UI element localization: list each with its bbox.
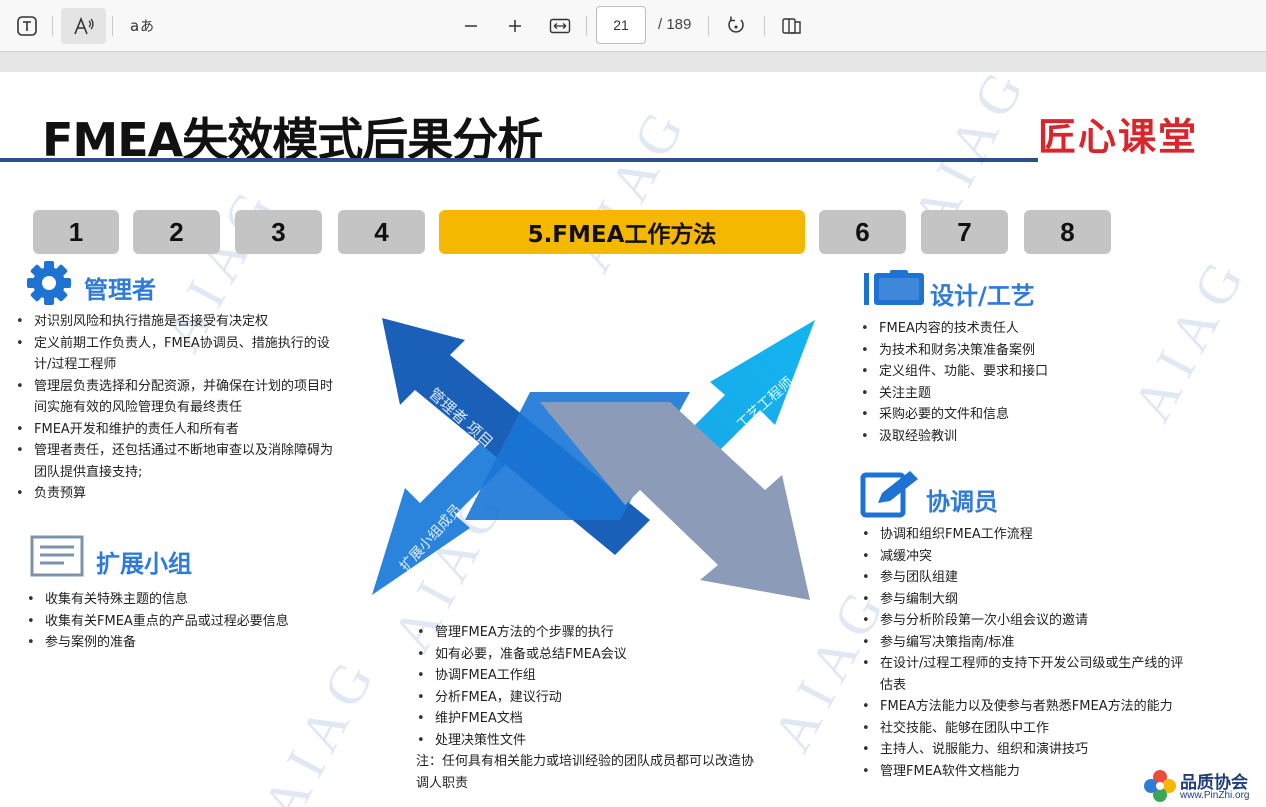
svg-text:a: a [130, 17, 139, 35]
fit-width-icon[interactable] [544, 8, 576, 44]
list-item: 管理FMEA方法的个步骤的执行 [415, 622, 795, 644]
step-tab-6: 6 [819, 210, 906, 254]
document-icon [30, 535, 84, 581]
design-process-list: FMEA内容的技术责任人 为技术和财务决策准备案例 定义组件、功能、要求和接口 … [859, 318, 1159, 447]
zoom-out-icon[interactable] [456, 8, 486, 44]
page-total: / 189 [658, 16, 692, 33]
list-item: 协调和组织FMEA工作流程 [860, 524, 1220, 546]
step-tab-1: 1 [33, 210, 119, 254]
translate-icon[interactable]: aあ [122, 8, 162, 44]
coordinator-list: 协调和组织FMEA工作流程 减缓冲突 参与团队组建 参与编制大纲 参与分析阶段第… [860, 524, 1220, 782]
list-item: 在设计/过程工程师的支持下开发公司级或生产线的评 [860, 653, 1220, 675]
gear-icon [18, 260, 80, 310]
pinzhi-url: www.PinZhi.org [1180, 790, 1250, 801]
list-item: 参与分析阶段第一次小组会议的邀请 [860, 610, 1220, 632]
watermark: AIAG [250, 643, 391, 807]
edit-pen-icon [860, 469, 924, 523]
read-aloud-icon[interactable] [61, 8, 106, 44]
page-view-icon[interactable] [776, 8, 808, 44]
list-item: 定义前期工作负责人，FMEA协调员、措施执行的设 [14, 333, 364, 355]
list-item: 收集有关FMEA重点的产品或过程必要信息 [25, 611, 355, 633]
zoom-in-icon[interactable] [500, 8, 530, 44]
list-item: FMEA开发和维护的责任人和所有者 [14, 419, 364, 441]
list-item: 关注主题 [859, 383, 1159, 405]
list-item: FMEA内容的技术责任人 [859, 318, 1159, 340]
step-tab-2: 2 [133, 210, 220, 254]
brand-logo: 匠心课堂 [1038, 114, 1199, 159]
design-process-title: 设计/工艺 [930, 282, 1035, 310]
toolbar-separator [764, 16, 765, 36]
list-item: 参与团队组建 [860, 567, 1220, 589]
clipboard-icon [862, 270, 926, 312]
flower-icon [1144, 770, 1176, 802]
list-item: 协调FMEA工作组 [415, 665, 795, 687]
title-underline [0, 158, 1038, 162]
list-item: 维护FMEA文档 [415, 708, 795, 730]
list-item: 如有必要，准备或总结FMEA会议 [415, 644, 795, 666]
extended-team-title: 扩展小组 [96, 550, 192, 578]
toolbar-separator [112, 16, 113, 36]
list-item: 参与编制大纲 [860, 589, 1220, 611]
role-arrows-diagram: 管理者 项目 工艺工程师 扩展小组成员 [372, 318, 815, 600]
toolbar-separator [52, 16, 53, 36]
list-item-continued: 计/过程工程师 [34, 357, 117, 372]
note-line: 调人职责 [416, 775, 469, 791]
list-item: 收集有关特殊主题的信息 [25, 589, 355, 611]
list-item: FMEA方法能力以及使参与者熟悉FMEA方法的能力 [860, 696, 1220, 718]
viewer-toolbar: aあ / 189 [0, 0, 1266, 52]
list-item: 主持人、说服能力、组织和演讲技巧 [860, 739, 1220, 761]
manager-list: 对识别风险和执行措施是否接受有决定权 定义前期工作负责人，FMEA协调员、措施执… [14, 311, 364, 505]
step-tab-5-active: 5.FMEA工作方法 [439, 210, 805, 254]
list-item: 社交技能、能够在团队中工作 [860, 718, 1220, 740]
list-item: 为技术和财务决策准备案例 [859, 340, 1159, 362]
list-item: 管理层负责选择和分配资源，并确保在计划的项目时 [14, 376, 364, 398]
slide-page: AIAG AIAG AIAG AIAG AIAG AIAG AIAG FMEA失… [0, 72, 1266, 807]
list-item: 定义组件、功能、要求和接口 [859, 361, 1159, 383]
list-item: 参与编写决策指南/标准 [860, 632, 1220, 654]
list-item: 分析FMEA，建议行动 [415, 687, 795, 709]
list-item: 对识别风险和执行措施是否接受有决定权 [14, 311, 364, 333]
note-line: 注：任何具有相关能力或培训经验的团队成员都可以改造协 [416, 754, 755, 769]
step-tab-4: 4 [338, 210, 425, 254]
coordinator-duties-list: 管理FMEA方法的个步骤的执行 如有必要，准备或总结FMEA会议 协调FMEA工… [415, 622, 795, 751]
list-item: 采购必要的文件和信息 [859, 404, 1159, 426]
toolbar-separator [586, 16, 587, 36]
toolbar-separator [708, 16, 709, 36]
step-tab-3: 3 [235, 210, 322, 254]
list-item: 减缓冲突 [860, 546, 1220, 568]
list-item-continued: 间实施有效的风险管理负有最终责任 [34, 400, 243, 415]
manager-title: 管理者 [84, 276, 156, 304]
step-tab-7: 7 [921, 210, 1008, 254]
list-item: 参与案例的准备 [25, 632, 355, 654]
list-item: 管理者责任，还包括通过不断地审查以及消除障碍为 [14, 440, 364, 462]
rotate-icon[interactable] [720, 8, 752, 44]
page-number-input[interactable] [596, 6, 646, 44]
list-item-continued: 团队提供直接支持; [34, 464, 143, 480]
list-item: 负责预算 [14, 483, 364, 505]
extended-team-list: 收集有关特殊主题的信息 收集有关FMEA重点的产品或过程必要信息 参与案例的准备 [25, 589, 355, 654]
step-tab-8: 8 [1024, 210, 1111, 254]
svg-text:あ: あ [140, 19, 154, 35]
note-text: 注：任何具有相关能力或培训经验的团队成员都可以改造协 调人职责 [416, 751, 796, 794]
list-item-continued: 估表 [880, 677, 907, 693]
coordinator-title: 协调员 [926, 488, 998, 516]
text-tool-icon[interactable] [8, 8, 46, 44]
list-item: 处理决策性文件 [415, 730, 795, 752]
list-item: 汲取经验教训 [859, 426, 1159, 448]
